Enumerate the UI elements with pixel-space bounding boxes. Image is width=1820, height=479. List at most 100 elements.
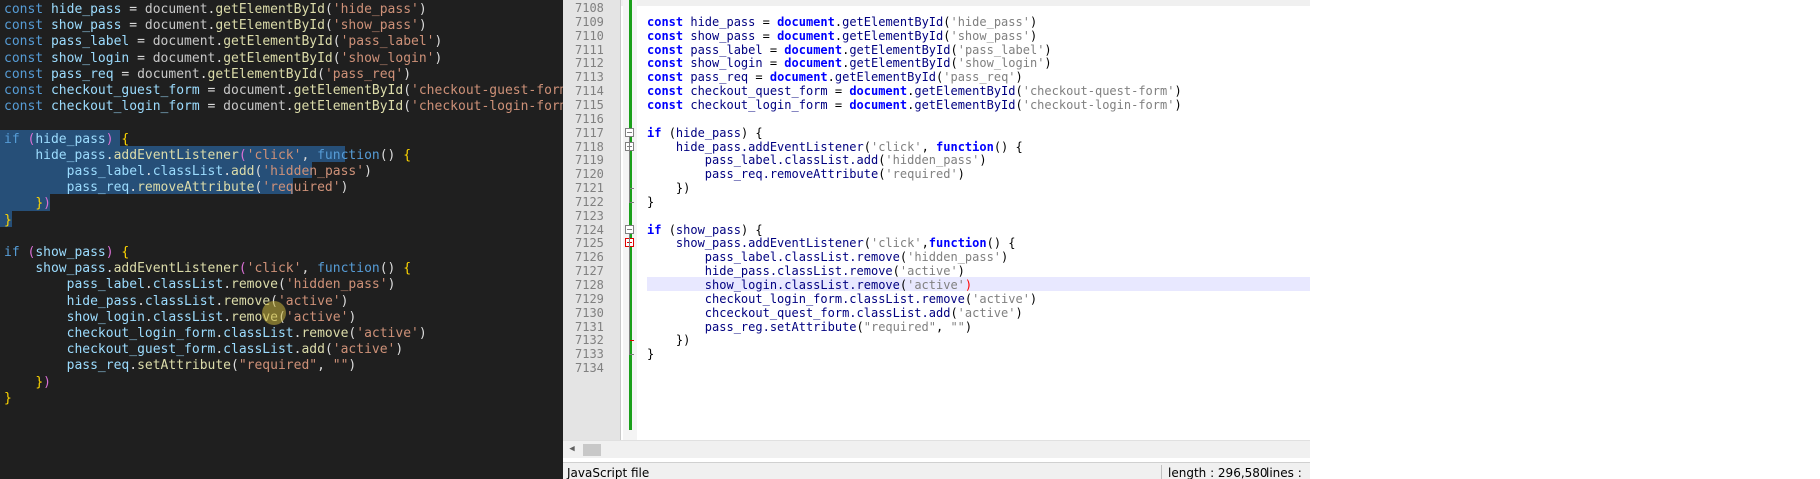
code-token: getElementById <box>293 99 404 115</box>
line-number-gutter: 7108 7109 7110 7111 7112 7113 7114 7115 7116 7117… <box>563 0 621 440</box>
code-token: remove <box>231 277 278 293</box>
code-line: pass_req.removeAttribute('required') <box>647 166 965 182</box>
code-token: = <box>121 2 145 17</box>
code-token: ) <box>1001 250 1009 265</box>
code-token: . <box>215 342 224 358</box>
code-token: ) <box>43 196 51 212</box>
editor-top-strip <box>563 0 1310 6</box>
code-token: if <box>4 131 28 147</box>
scrollbar-thumb[interactable] <box>583 444 601 456</box>
code-token: document <box>144 18 208 34</box>
code-token: ) <box>418 2 427 17</box>
code-token: document <box>152 50 216 66</box>
code-token: document <box>223 99 286 115</box>
code-token: = <box>129 50 153 66</box>
horizontal-scrollbar[interactable]: ◀ <box>563 440 1310 458</box>
code-token: 'click' <box>246 147 302 163</box>
code-token: classList <box>152 277 224 293</box>
dark-code-editor[interactable]: const hide_pass = document.getElementByI… <box>0 0 563 479</box>
status-bar: JavaScript file length : 296,580 lines :… <box>563 462 1310 479</box>
scroll-left-arrow-icon[interactable]: ◀ <box>565 443 579 456</box>
code-token: show_pass <box>50 18 122 34</box>
code-token: { <box>121 131 130 147</box>
code-token: pass_label <box>66 277 145 293</box>
code-token: ) <box>403 66 412 82</box>
code-line: const checkout_login_form = document.get… <box>647 97 1182 113</box>
code-token: ( <box>332 50 341 66</box>
dark-code-line: pass_req.setAttribute("required", "") <box>4 356 357 375</box>
code-token: ) <box>1174 97 1182 112</box>
code-token: ( <box>317 66 325 82</box>
code-token: 'hidden_pass' <box>285 277 388 293</box>
status-file-type: JavaScript file <box>567 466 650 479</box>
fold-end-mark <box>629 354 634 356</box>
code-token: classList <box>144 293 216 309</box>
status-lines: lines : 7 <box>1266 466 1302 479</box>
code-token: document <box>137 66 200 82</box>
code-token: pass_req <box>66 180 130 196</box>
code-token: } <box>647 194 655 209</box>
code-token: = <box>199 99 224 115</box>
code-token: const <box>4 2 51 17</box>
code-token: . <box>215 293 224 309</box>
code-token: . <box>223 164 232 179</box>
code-token: , <box>936 319 951 334</box>
code-token: = <box>121 18 145 34</box>
light-code-editor[interactable]: 7108 7109 7110 7111 7112 7113 7114 7115 7116 7117… <box>563 0 1310 479</box>
fold-end-mark <box>629 201 634 203</box>
code-token: 'active' <box>285 309 349 325</box>
code-token: ( <box>332 34 341 50</box>
code-token: . <box>144 164 153 179</box>
code-token: 'checkout-login-form' <box>1022 97 1175 112</box>
code-token: { <box>403 147 412 163</box>
code-token: . <box>105 147 114 163</box>
code-token: ( <box>238 147 247 163</box>
code-token: . <box>215 50 224 66</box>
code-token: . <box>285 99 294 115</box>
code-token: ) <box>340 293 349 309</box>
code-token: getElementById <box>223 34 333 50</box>
code-token: 'click' <box>246 261 302 277</box>
code-token: ) <box>1029 291 1038 306</box>
code-token: 'active' <box>356 326 419 341</box>
code-token: . <box>215 34 224 50</box>
fold-guide <box>629 136 630 202</box>
code-token: } <box>4 390 12 406</box>
code-token: const <box>4 99 51 115</box>
code-token: 'required' <box>885 167 958 182</box>
code-token: pass_label <box>66 164 145 179</box>
code-token: addEventListener <box>113 147 239 163</box>
fold-toggle-icon[interactable] <box>625 127 634 137</box>
code-token: document <box>223 83 286 98</box>
code-token: document <box>152 34 216 50</box>
code-token: checkout_login_form <box>66 326 216 341</box>
code-token: , <box>317 358 333 374</box>
code-token: ) <box>105 131 114 147</box>
code-token: 'pass_label' <box>340 34 435 50</box>
code-token: ( <box>856 319 864 334</box>
code-token: . <box>144 277 153 293</box>
code-token: classList <box>223 342 294 358</box>
code-token: () <box>379 261 404 277</box>
code-token: ) <box>979 153 987 168</box>
code-token: hide_pass <box>50 2 122 17</box>
code-token: () <box>379 147 404 163</box>
code-token: classList <box>152 164 224 179</box>
code-token: const <box>4 50 51 66</box>
code-token: } <box>4 212 12 228</box>
code-token: checkout_login_form <box>690 97 835 112</box>
fold-toggle-icon[interactable] <box>625 224 634 234</box>
code-token: = <box>113 66 138 82</box>
code-token: ( <box>324 342 333 358</box>
code-token: . <box>223 277 232 293</box>
code-token: { <box>121 245 130 260</box>
code-token: , <box>301 147 318 163</box>
code-token: getElementById <box>914 97 1016 112</box>
code-token: classList <box>223 326 294 341</box>
